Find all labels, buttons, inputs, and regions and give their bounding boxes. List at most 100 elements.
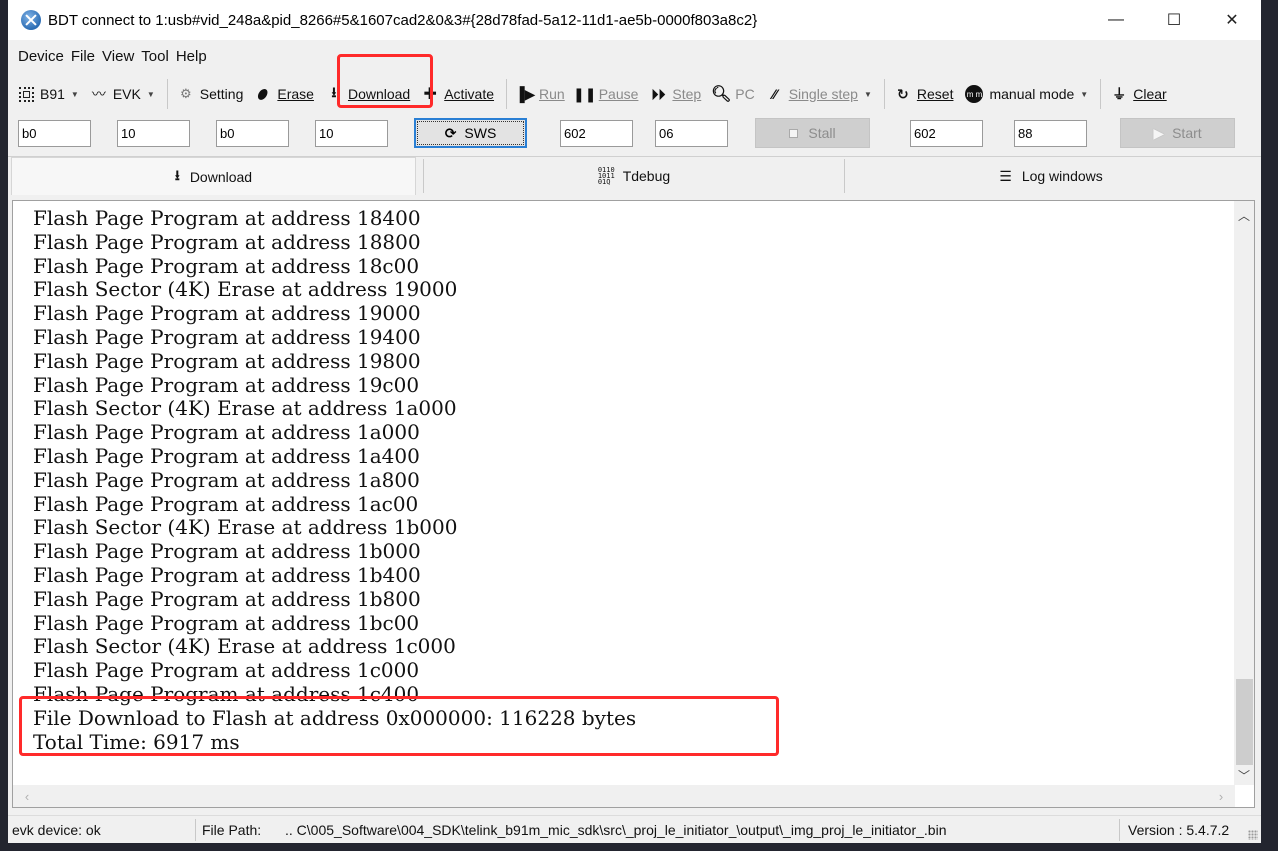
scrollbar-thumb[interactable] bbox=[1236, 679, 1253, 765]
device-status: evk device: ok bbox=[12, 822, 101, 838]
field-1[interactable]: b0 bbox=[18, 120, 91, 147]
log-line: Flash Page Program at address 19800 bbox=[33, 348, 421, 373]
setting-button[interactable]: ⚙ Setting bbox=[178, 79, 243, 109]
status-bar: evk device: ok File Path: .. C\005_Softw… bbox=[8, 815, 1261, 843]
field-4[interactable]: 10 bbox=[315, 120, 388, 147]
menu-tool[interactable]: Tool bbox=[141, 48, 169, 65]
refresh-icon: ⟳ bbox=[444, 124, 457, 141]
scroll-right-icon[interactable]: › bbox=[1211, 785, 1231, 807]
erase-button[interactable]: ⬮ Erase bbox=[255, 79, 314, 109]
broom-icon: ⏚ bbox=[1112, 86, 1127, 102]
chevron-down-icon: ▼ bbox=[70, 89, 79, 99]
toolbar-separator bbox=[506, 79, 508, 109]
maximize-button[interactable]: ☐ bbox=[1145, 0, 1203, 40]
log-output[interactable]: Flash Page Program at address 18400 Flash… bbox=[12, 200, 1255, 808]
minimize-button[interactable]: — bbox=[1087, 0, 1145, 40]
menu-device[interactable]: Device bbox=[18, 48, 64, 65]
title-bar: BDT connect to 1:usb#vid_248a&pid_8266#5… bbox=[8, 0, 1261, 40]
binary-search-icon: 0110 1011 01Q bbox=[597, 166, 615, 186]
log-line: Flash Page Program at address 19c00 bbox=[33, 372, 420, 397]
log-line: Flash Sector (4K) Erase at address 1c000 bbox=[33, 634, 456, 659]
tab-tdebug[interactable]: 0110 1011 01Q Tdebug bbox=[424, 157, 844, 195]
single-step-label: Single step bbox=[788, 86, 858, 102]
tab-tdebug-label: Tdebug bbox=[622, 168, 671, 184]
tab-download-label: Download bbox=[189, 168, 253, 185]
mode-label: manual mode bbox=[989, 86, 1075, 102]
footsteps-icon: ⁄⁄ bbox=[772, 86, 778, 102]
bdt-window: BDT connect to 1:usb#vid_248a&pid_8266#5… bbox=[8, 0, 1261, 843]
log-line: Flash Sector (4K) Erase at address 1b000 bbox=[33, 515, 458, 540]
evk-select[interactable]: 〰 EVK ▼ bbox=[91, 79, 155, 109]
result-highlight-box bbox=[19, 696, 779, 756]
log-line: Flash Page Program at address 1a400 bbox=[33, 443, 420, 468]
step-button[interactable]: ⏵⏵ Step bbox=[650, 79, 701, 109]
log-line: Flash Page Program at address 18c00 bbox=[33, 253, 420, 278]
scroll-up-icon[interactable]: ︿ bbox=[1234, 205, 1254, 225]
start-label: Start bbox=[1172, 125, 1202, 141]
input-row: b0 10 b0 10 ⟳ SWS 602 06 Stall 602 88 ▶ … bbox=[8, 118, 1261, 150]
pause-label: Pause bbox=[598, 86, 639, 102]
field-7[interactable]: 602 bbox=[910, 120, 983, 147]
field-6[interactable]: 06 bbox=[655, 120, 728, 147]
field-2[interactable]: 10 bbox=[117, 120, 190, 147]
field-5[interactable]: 602 bbox=[560, 120, 633, 147]
start-button[interactable]: ▶ Start bbox=[1120, 118, 1235, 148]
chip-select[interactable]: B91 ▼ bbox=[18, 79, 79, 109]
tab-log-windows[interactable]: ☰ Log windows bbox=[845, 157, 1257, 195]
list-icon: ☰ bbox=[999, 167, 1012, 184]
run-button[interactable]: ▐▶ Run bbox=[514, 79, 565, 109]
log-line: Flash Page Program at address 1b800 bbox=[33, 586, 421, 611]
log-line: Flash Sector (4K) Erase at address 19000 bbox=[33, 277, 458, 302]
menu-file[interactable]: File bbox=[71, 48, 95, 65]
field-3[interactable]: b0 bbox=[216, 120, 289, 147]
scroll-left-icon[interactable]: ‹ bbox=[17, 785, 37, 807]
clear-label: Clear bbox=[1133, 86, 1167, 102]
chip-label: B91 bbox=[40, 86, 65, 102]
log-line: Flash Page Program at address 1a000 bbox=[33, 420, 420, 445]
erase-label: Erase bbox=[277, 86, 314, 102]
clear-button[interactable]: ⏚ Clear bbox=[1111, 79, 1166, 109]
chip-icon bbox=[18, 86, 34, 102]
single-step-select[interactable]: ⁄⁄ Single step ▼ bbox=[767, 79, 872, 109]
tab-download[interactable]: ⭳ Download bbox=[11, 157, 416, 195]
log-line: Flash Page Program at address 1ac00 bbox=[33, 491, 419, 516]
menu-help[interactable]: Help bbox=[176, 48, 207, 65]
scroll-down-icon[interactable]: ﹀ bbox=[1234, 765, 1254, 785]
resize-grip[interactable] bbox=[1248, 830, 1258, 840]
eraser-icon: ⬮ bbox=[255, 84, 272, 103]
activate-label: Activate bbox=[444, 86, 495, 102]
tab-log-windows-label: Log windows bbox=[1021, 168, 1103, 184]
log-line: Flash Sector (4K) Erase at address 1a000 bbox=[33, 396, 457, 421]
menu-view[interactable]: View bbox=[102, 48, 134, 65]
toolbar-separator bbox=[883, 79, 885, 109]
reset-button[interactable]: ↻ Reset bbox=[895, 79, 954, 109]
pause-button[interactable]: ❚❚ Pause bbox=[573, 79, 639, 109]
menu-bar: Device File View Tool Help bbox=[8, 44, 214, 68]
window-controls: — ☐ ✕ bbox=[1087, 0, 1261, 40]
log-line: Flash Page Program at address 18400 bbox=[33, 206, 421, 230]
log-line: Flash Page Program at address 1b000 bbox=[33, 539, 421, 564]
pc-button[interactable]: 🔍︎ PC bbox=[711, 79, 755, 109]
pc-label: PC bbox=[735, 86, 755, 102]
status-separator bbox=[1119, 819, 1120, 841]
version-label: Version : 5.4.7.2 bbox=[1128, 822, 1230, 838]
tab-bar: ⭳ Download 0110 1011 01Q Tdebug ☰ Log wi… bbox=[8, 156, 1261, 195]
mm-icon: m m bbox=[965, 85, 984, 103]
close-button[interactable]: ✕ bbox=[1203, 0, 1261, 40]
sws-button[interactable]: ⟳ SWS bbox=[414, 118, 527, 148]
reset-label: Reset bbox=[916, 86, 954, 102]
field-8[interactable]: 88 bbox=[1014, 120, 1087, 147]
horizontal-scrollbar[interactable]: ‹ › bbox=[13, 785, 1235, 807]
log-line: Flash Page Program at address 1c000 bbox=[33, 658, 420, 683]
log-line: Flash Page Program at address 1b400 bbox=[33, 562, 421, 587]
toolbar-separator bbox=[1100, 79, 1102, 109]
chevron-down-icon: ▼ bbox=[146, 89, 155, 99]
run-label: Run bbox=[539, 86, 565, 102]
stall-button[interactable]: Stall bbox=[755, 118, 870, 148]
stop-icon bbox=[789, 128, 799, 138]
mode-select[interactable]: m m manual mode ▼ bbox=[965, 79, 1088, 109]
run-icon: ▐▶ bbox=[514, 85, 536, 102]
log-lines: Flash Page Program at address 18400 Flash… bbox=[33, 206, 636, 754]
download-highlight-box bbox=[337, 54, 433, 108]
vertical-scrollbar[interactable]: ︿ ﹀ bbox=[1234, 201, 1254, 785]
